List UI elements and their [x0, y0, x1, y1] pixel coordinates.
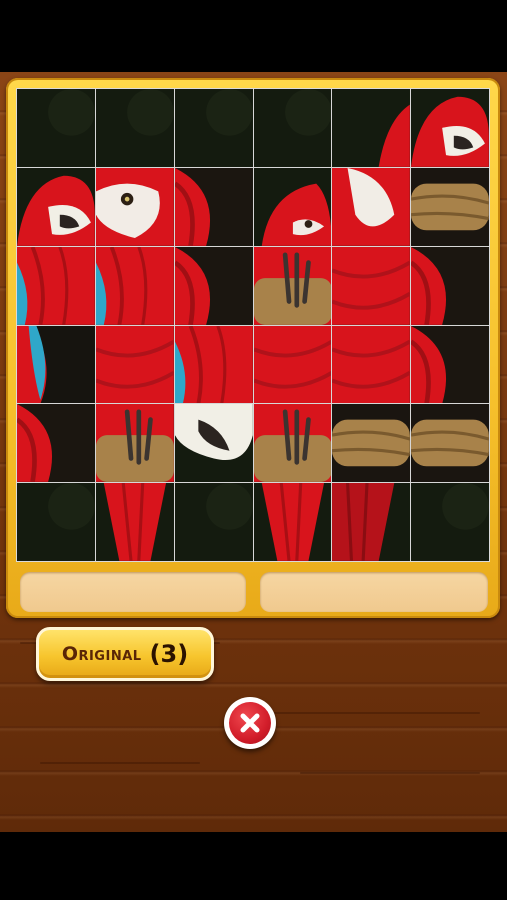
- puzzle-tile[interactable]: [252, 245, 333, 326]
- puzzle-tile[interactable]: [16, 482, 96, 562]
- puzzle-tile[interactable]: [16, 324, 96, 405]
- puzzle-tile[interactable]: [410, 403, 490, 484]
- puzzle-tile[interactable]: [252, 88, 333, 168]
- puzzle-tile[interactable]: [173, 245, 254, 326]
- puzzle-tile[interactable]: [173, 166, 254, 247]
- puzzle-tile[interactable]: [94, 88, 175, 168]
- puzzle-tile[interactable]: [252, 403, 333, 484]
- puzzle-board: [16, 88, 490, 562]
- tray-left[interactable]: [20, 572, 246, 612]
- puzzle-tile[interactable]: [331, 166, 412, 247]
- puzzle-tile[interactable]: [94, 482, 175, 562]
- puzzle-tile[interactable]: [16, 88, 96, 168]
- puzzle-tile[interactable]: [94, 245, 175, 326]
- puzzle-tile[interactable]: [410, 324, 490, 405]
- puzzle-tile[interactable]: [331, 245, 412, 326]
- puzzle-tile[interactable]: [410, 482, 490, 562]
- puzzle-tile[interactable]: [252, 166, 333, 247]
- close-button[interactable]: [224, 697, 276, 749]
- puzzle-tile[interactable]: [252, 482, 333, 562]
- puzzle-tile[interactable]: [173, 88, 254, 168]
- original-button-label: Original: [61, 643, 142, 665]
- puzzle-tile[interactable]: [331, 482, 412, 562]
- puzzle-tile[interactable]: [94, 403, 175, 484]
- bottom-black-bar: [0, 832, 507, 900]
- puzzle-tile[interactable]: [16, 245, 96, 326]
- tray-right[interactable]: [260, 572, 488, 612]
- puzzle-tile[interactable]: [94, 324, 175, 405]
- puzzle-tile[interactable]: [252, 324, 333, 405]
- puzzle-tile[interactable]: [331, 88, 412, 168]
- puzzle-tile[interactable]: [173, 482, 254, 562]
- puzzle-tile[interactable]: [331, 403, 412, 484]
- top-black-bar: [0, 0, 507, 72]
- puzzle-tile[interactable]: [16, 403, 96, 484]
- puzzle-tile[interactable]: [173, 324, 254, 405]
- puzzle-tile[interactable]: [94, 166, 175, 247]
- puzzle-tile[interactable]: [331, 324, 412, 405]
- puzzle-tile[interactable]: [410, 166, 490, 247]
- puzzle-tile[interactable]: [16, 166, 96, 247]
- original-button-count: (3): [149, 640, 189, 668]
- puzzle-tile[interactable]: [173, 403, 254, 484]
- puzzle-tile[interactable]: [410, 88, 490, 168]
- original-button[interactable]: Original (3): [36, 627, 214, 681]
- close-icon: [229, 702, 271, 744]
- puzzle-tile[interactable]: [410, 245, 490, 326]
